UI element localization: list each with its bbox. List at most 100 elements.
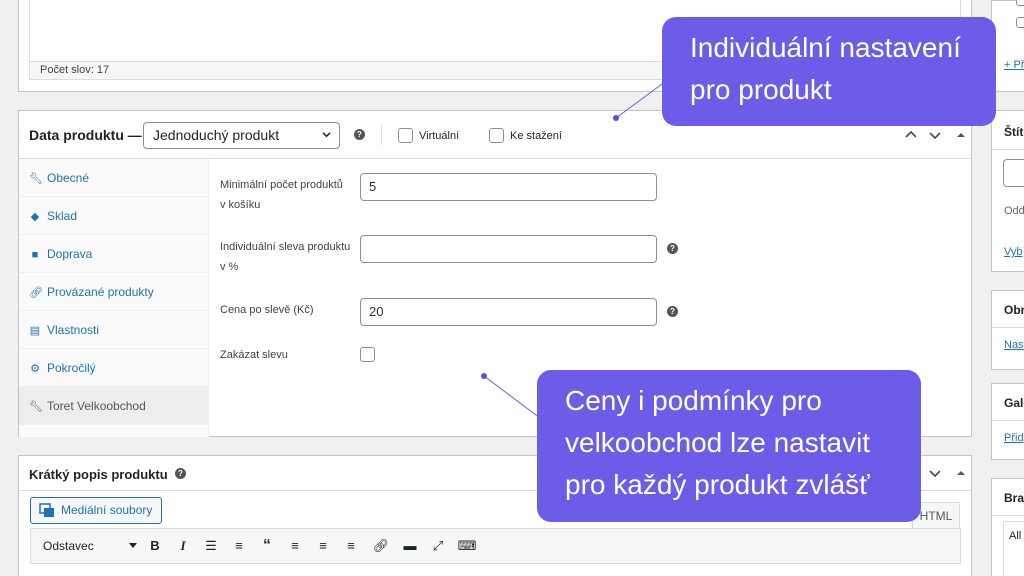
- virtual-checkbox[interactable]: Virtuální: [398, 128, 459, 144]
- brands-title: Bra: [1004, 491, 1024, 505]
- align-center-icon[interactable]: ≡: [312, 535, 334, 557]
- link-icon: 🔗︎: [29, 287, 43, 299]
- read-more-icon[interactable]: ▬: [399, 535, 421, 557]
- label-line: Minimální počet produktů: [220, 179, 343, 191]
- sidebar-gallery-box: Gale Přid: [991, 383, 1024, 460]
- min-qty-input[interactable]: 5: [360, 173, 657, 201]
- divider: [992, 420, 1024, 421]
- tab-label: Toret Velkoobchod: [47, 399, 146, 413]
- label-line: v %: [220, 261, 239, 273]
- checkbox[interactable]: [1016, 17, 1024, 28]
- callout-line: velkoobchod lze nastavit: [565, 427, 871, 458]
- format-select[interactable]: Odstavec: [37, 535, 137, 557]
- add-gallery-link[interactable]: Přid: [1004, 432, 1024, 444]
- divider: [992, 327, 1024, 328]
- discount-label: Individuální sleva produktu v %: [220, 237, 350, 277]
- add-media-button[interactable]: Mediální soubory: [30, 497, 162, 524]
- top-callout-dot: [613, 115, 619, 121]
- tab-inventory[interactable]: ◆ Sklad: [19, 197, 208, 235]
- format-value: Odstavec: [43, 539, 94, 553]
- tags-title: Štít: [1004, 125, 1024, 139]
- price-label: Cena po slevě (Kč): [220, 304, 314, 316]
- bold-icon[interactable]: B: [144, 535, 166, 557]
- downloadable-label: Ke stažení: [510, 130, 562, 142]
- help-icon[interactable]: ?: [667, 243, 678, 254]
- callout-line: Individuální nastavení: [690, 32, 961, 63]
- divider: [992, 515, 1024, 516]
- image-title: Obr: [1004, 303, 1024, 317]
- tab-toret-wholesale[interactable]: 🔧︎ Toret Velkoobchod: [19, 387, 208, 425]
- link-icon[interactable]: 🔗︎: [370, 535, 392, 557]
- virtual-label: Virtuální: [419, 130, 460, 142]
- checkbox[interactable]: [1016, 0, 1024, 6]
- tab-label: Obecné: [47, 171, 90, 185]
- wrench-icon: 🔧︎: [29, 401, 43, 413]
- short-description-title: Krátký popis produktu: [29, 467, 168, 482]
- label-line: Individuální sleva produktu: [220, 241, 351, 253]
- divider: [381, 125, 382, 145]
- chevron-down-icon: [322, 132, 331, 138]
- tab-attributes[interactable]: ▤ Vlastnosti: [19, 311, 208, 349]
- product-data-title: Data produktu —: [29, 127, 142, 143]
- tag-icon: ◆: [30, 211, 40, 223]
- tab-label: Sklad: [47, 209, 78, 223]
- brands-all-tab[interactable]: All: [1009, 530, 1021, 542]
- choose-tags-link[interactable]: Vyb: [1004, 246, 1023, 258]
- bottom-callout-dot: [481, 373, 487, 379]
- callout-line: pro produkt: [690, 74, 832, 105]
- checkbox[interactable]: [398, 128, 413, 143]
- tab-label: Doprava: [47, 247, 93, 261]
- tab-label: Pokročilý: [47, 361, 96, 375]
- tab-linked-products[interactable]: 🔗︎ Provázané produkty: [19, 273, 208, 311]
- editor-toolbar: Odstavec B I ☰ ≡ “ ≡ ≡ ≡ 🔗︎ ▬ ⤢ ⌨: [30, 528, 961, 564]
- disable-discount-label: Zakázat slevu: [220, 349, 288, 361]
- callout-line: Ceny i podmínky pro: [565, 385, 822, 416]
- chevron-down-icon[interactable]: [927, 465, 943, 481]
- bullet-list-icon[interactable]: ☰: [200, 535, 222, 557]
- tab-label: Provázané produkty: [47, 285, 154, 299]
- align-right-icon[interactable]: ≡: [340, 535, 362, 557]
- price-input[interactable]: 20: [360, 298, 657, 326]
- divider: [992, 149, 1024, 150]
- help-icon[interactable]: ?: [175, 468, 186, 479]
- disable-discount-checkbox[interactable]: [360, 347, 375, 362]
- gear-icon: ⚙: [30, 363, 40, 375]
- italic-icon[interactable]: I: [172, 535, 194, 557]
- add-category-link[interactable]: + Př: [1004, 59, 1024, 71]
- tab-advanced[interactable]: ⚙ Pokročilý: [19, 349, 208, 387]
- tags-input[interactable]: [1003, 159, 1024, 187]
- help-icon[interactable]: ?: [354, 129, 365, 140]
- align-left-icon[interactable]: ≡: [284, 535, 306, 557]
- chevron-up-icon[interactable]: [903, 127, 919, 143]
- gallery-title: Gale: [1004, 396, 1024, 410]
- tab-shipping[interactable]: ■ Doprava: [19, 235, 208, 273]
- tab-label: Vlastnosti: [47, 323, 100, 337]
- blockquote-icon[interactable]: “: [256, 535, 278, 557]
- sidebar-brands-box: Bra All: [991, 478, 1024, 576]
- set-image-link[interactable]: Nast: [1004, 339, 1024, 351]
- checkbox[interactable]: [489, 128, 504, 143]
- callout-line: pro každý produkt zvlášť: [565, 469, 870, 500]
- downloadable-checkbox[interactable]: Ke stažení: [489, 128, 562, 144]
- chevron-down-icon[interactable]: [927, 127, 943, 143]
- truck-icon: ■: [31, 249, 39, 261]
- collapse-toggle-icon[interactable]: [953, 465, 969, 481]
- tab-general[interactable]: 🔧︎ Obecné: [19, 159, 208, 197]
- fullscreen-icon[interactable]: ⤢: [427, 535, 449, 557]
- wrench-icon: 🔧︎: [29, 173, 43, 185]
- toolbar-toggle-icon[interactable]: ⌨: [456, 535, 478, 557]
- min-qty-label: Minimální počet produktů v košíku: [220, 175, 343, 215]
- tags-hint: Odd: [1004, 205, 1024, 217]
- numbered-list-icon[interactable]: ≡: [228, 535, 250, 557]
- bottom-callout: Ceny i podmínky pro velkoobchod lze nast…: [537, 370, 921, 522]
- product-type-value: Jednoduchý produkt: [153, 127, 280, 143]
- product-type-select[interactable]: Jednoduchý produkt: [143, 122, 340, 149]
- sidebar-tags-box: Štít Odd Vyb: [991, 110, 1024, 272]
- product-data-tabs: 🔧︎ Obecné ◆ Sklad ■ Doprava 🔗︎ Provázané pro…: [19, 159, 209, 437]
- media-icon: [39, 503, 54, 517]
- discount-input[interactable]: [360, 235, 657, 263]
- collapse-toggle-icon[interactable]: [953, 127, 969, 143]
- caret-down-icon: [129, 543, 137, 548]
- top-callout: Individuální nastavení pro produkt: [662, 17, 996, 126]
- help-icon[interactable]: ?: [667, 306, 678, 317]
